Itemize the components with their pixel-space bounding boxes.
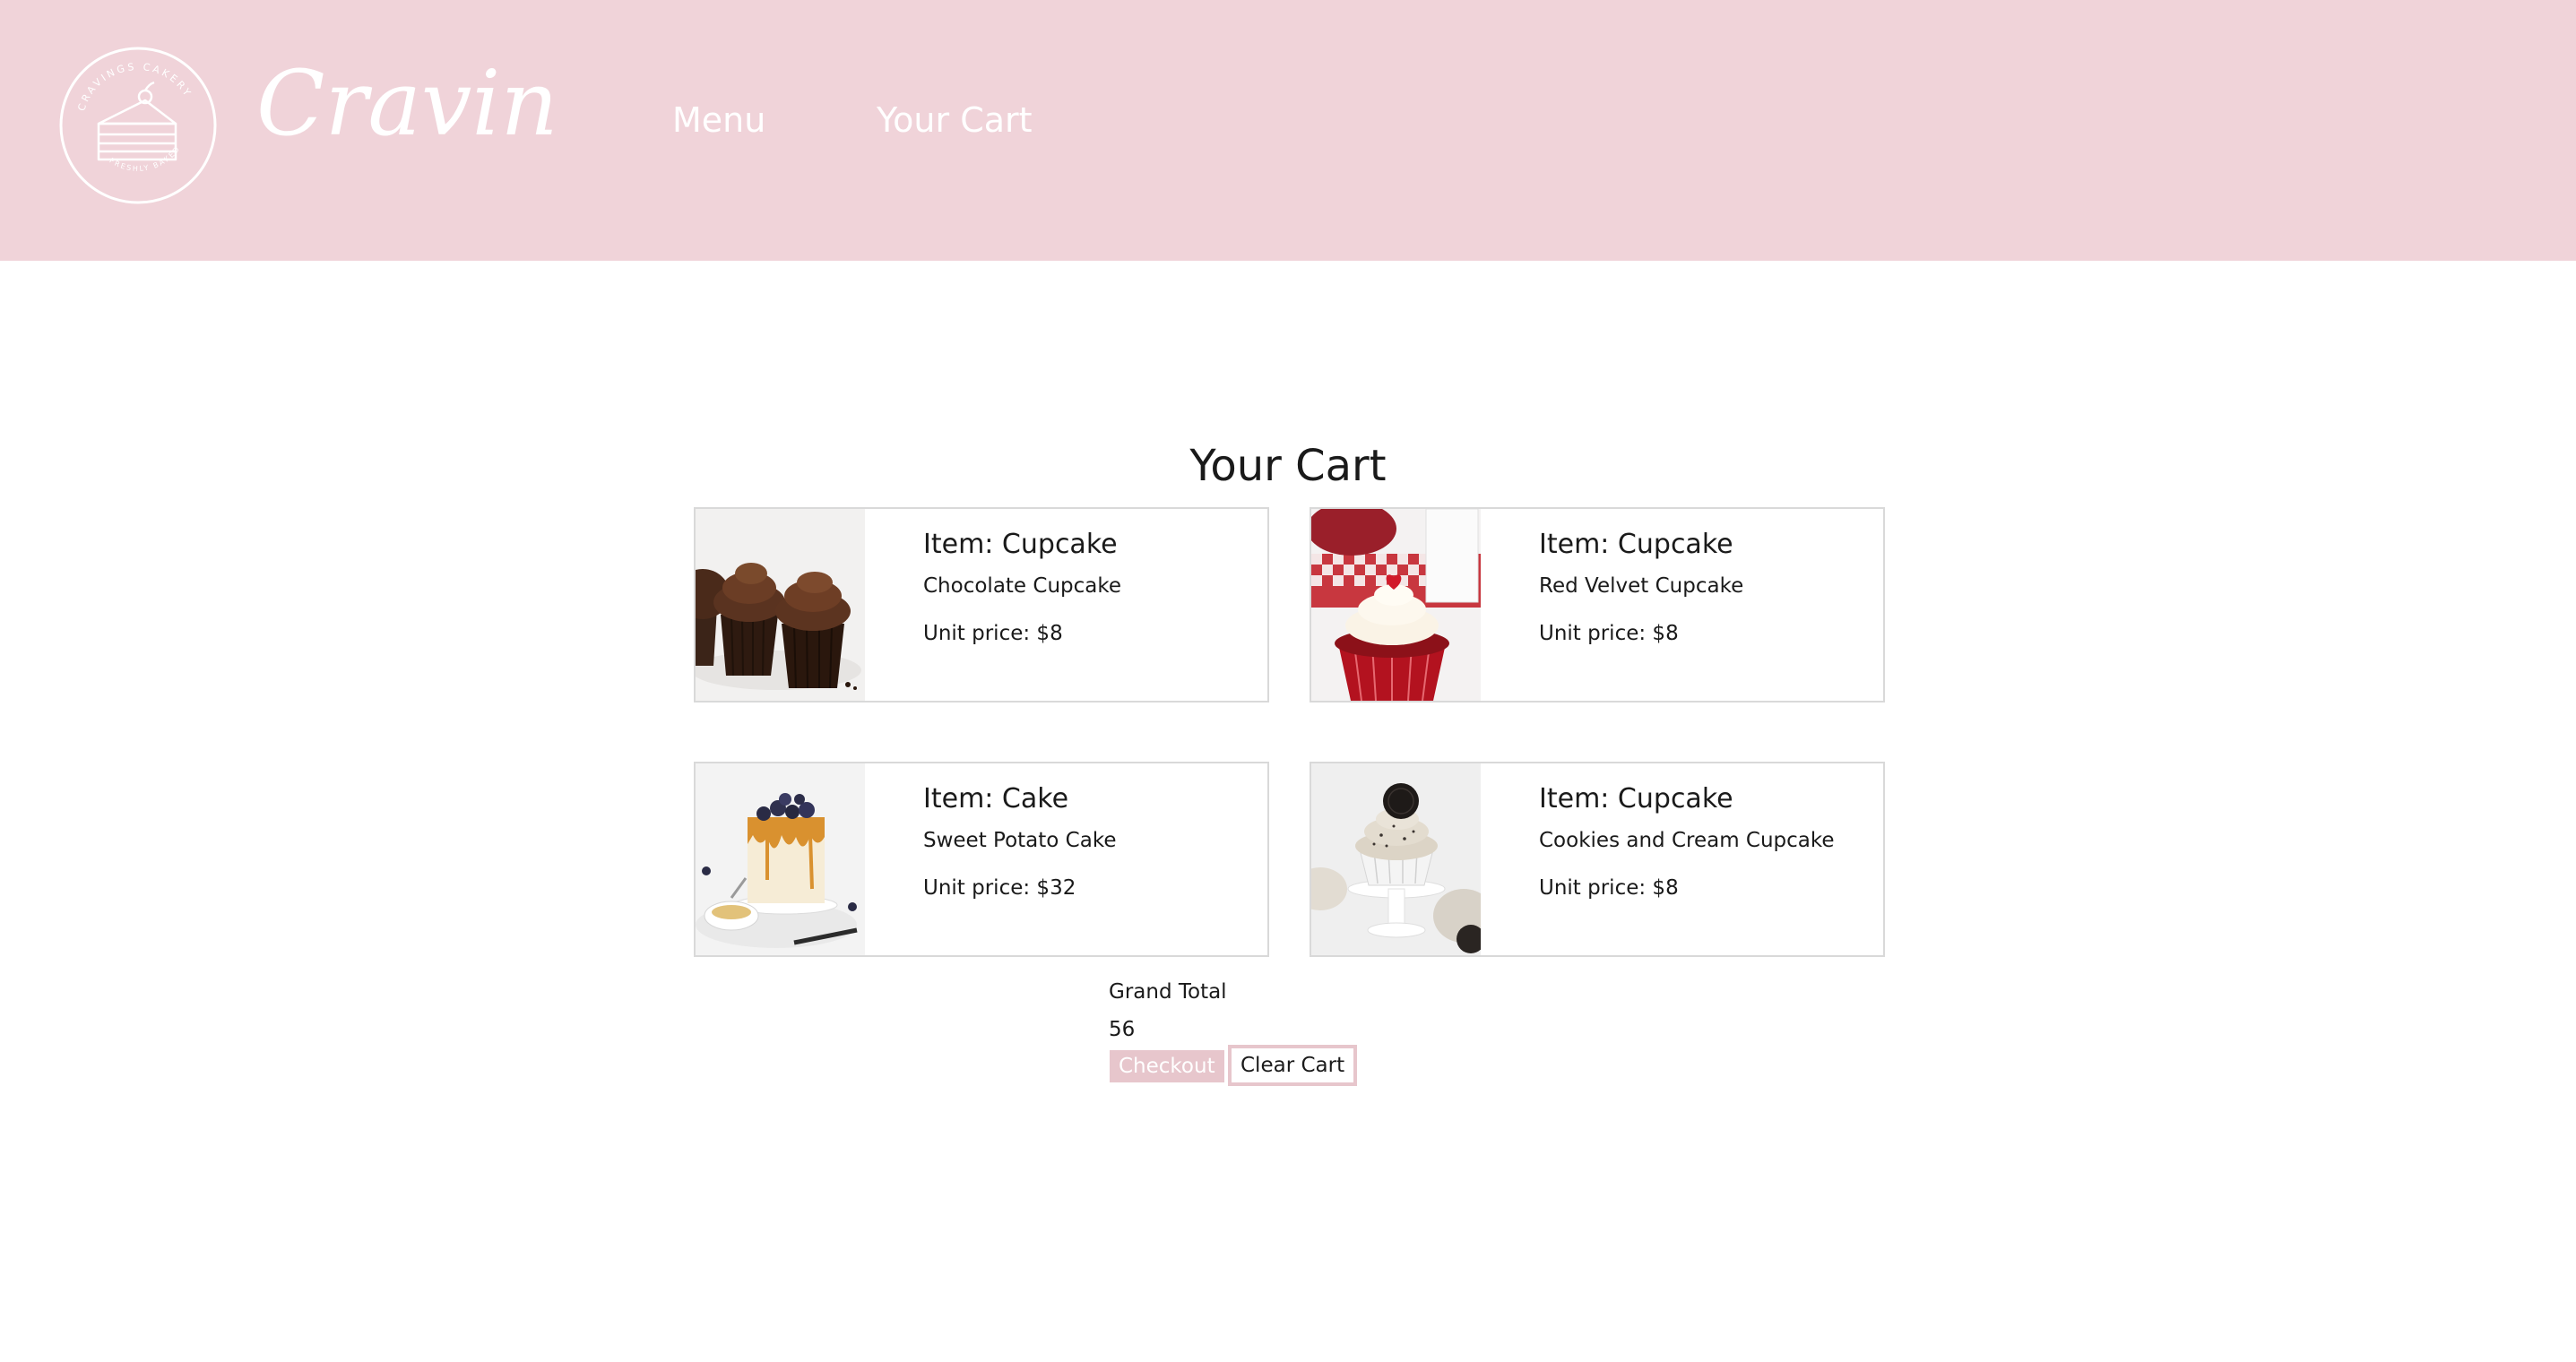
brand-wordmark[interactable]: Cravings — [256, 51, 661, 206]
item-name: Sweet Potato Cake — [923, 829, 1117, 852]
item-type: Item: Cupcake — [923, 529, 1118, 560]
cravings-cakery-logo[interactable]: CRAVINGS CAKERY FRESHLY BAKED — [57, 45, 219, 206]
chocolate-cupcake-photo — [696, 509, 865, 701]
sweet-potato-cake-photo — [696, 763, 865, 955]
item-unit-price: Unit price: $8 — [1539, 876, 1679, 900]
clear-cart-button[interactable]: Clear Cart — [1228, 1045, 1358, 1086]
cart-item-card: Item: Cupcake Chocolate Cupcake Unit pri… — [694, 507, 1269, 703]
item-name: Cookies and Cream Cupcake — [1539, 829, 1835, 852]
item-unit-price: Unit price: $8 — [923, 622, 1063, 645]
cart-item-card: Item: Cupcake Cookies and Cream Cupcake … — [1310, 762, 1885, 957]
cart-item-card: Item: Cake Sweet Potato Cake Unit price:… — [694, 762, 1269, 957]
item-unit-price: Unit price: $32 — [923, 876, 1076, 900]
item-type: Item: Cupcake — [1539, 529, 1733, 560]
nav-menu-link[interactable]: Menu — [672, 100, 765, 140]
item-name: Red Velvet Cupcake — [1539, 574, 1744, 598]
cookies-cream-cupcake-photo — [1311, 763, 1481, 955]
grand-total-label: Grand Total — [1109, 980, 1227, 1004]
item-unit-price: Unit price: $8 — [1539, 622, 1679, 645]
item-name: Chocolate Cupcake — [923, 574, 1122, 598]
checkout-button[interactable]: Checkout — [1110, 1050, 1224, 1082]
red-velvet-cupcake-photo — [1311, 509, 1481, 701]
cart-item-card: Item: Cupcake Red Velvet Cupcake Unit pr… — [1310, 507, 1885, 703]
nav-your-cart-link[interactable]: Your Cart — [877, 100, 1033, 140]
svg-text:Cravings: Cravings — [256, 54, 561, 156]
page-title: Your Cart — [1189, 441, 1387, 491]
site-header: CRAVINGS CAKERY FRESHLY BAKED Cravings M… — [0, 0, 2576, 261]
item-type: Item: Cake — [923, 783, 1069, 815]
grand-total-value: 56 — [1109, 1018, 1136, 1041]
item-type: Item: Cupcake — [1539, 783, 1733, 815]
